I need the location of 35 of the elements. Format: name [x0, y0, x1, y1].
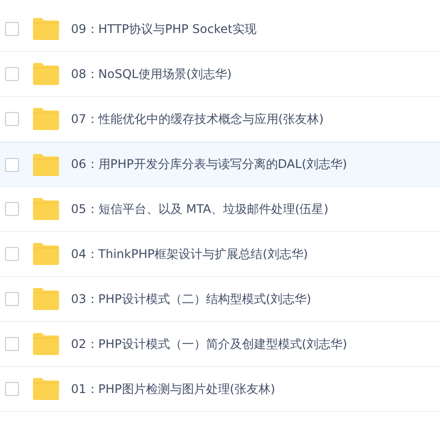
file-row[interactable]: 04：ThinkPHP框架设计与扩展总结(刘志华) — [0, 232, 440, 277]
folder-name[interactable]: 04：ThinkPHP框架设计与扩展总结(刘志华) — [71, 246, 308, 262]
folder-name[interactable]: 05：短信平台、以及 MTA、垃圾邮件处理(伍星) — [71, 200, 328, 218]
file-row[interactable]: 08：NoSQL使用场景(刘志华) — [0, 52, 440, 97]
folder-icon — [33, 288, 59, 310]
file-row[interactable]: 09：HTTP协议与PHP Socket实现 — [0, 7, 440, 52]
folder-icon — [33, 18, 59, 40]
checkbox[interactable] — [5, 158, 19, 172]
folder-icon — [33, 243, 59, 265]
folder-name[interactable]: 08：NoSQL使用场景(刘志华) — [71, 66, 232, 82]
folder-icon — [33, 333, 59, 355]
folder-icon — [33, 154, 59, 176]
folder-icon — [33, 378, 59, 400]
file-row[interactable]: 02：PHP设计模式（一）简介及创建型模式(刘志华) — [0, 322, 440, 367]
checkbox[interactable] — [5, 22, 19, 36]
folder-name[interactable]: 06：用PHP开发分库分表与读写分离的DAL(刘志华) — [71, 156, 348, 173]
folder-name[interactable]: 07：性能优化中的缓存技术概念与应用(张友林) — [71, 110, 324, 128]
folder-icon — [33, 63, 59, 85]
folder-name[interactable]: 01：PHP图片检测与图片处理(张友林) — [71, 380, 276, 398]
folder-icon — [33, 198, 59, 220]
folder-name[interactable]: 03：PHP设计模式（二）结构型模式(刘志华) — [71, 290, 312, 308]
checkbox[interactable] — [5, 337, 19, 351]
checkbox[interactable] — [5, 247, 19, 261]
file-row[interactable]: 06：用PHP开发分库分表与读写分离的DAL(刘志华) — [0, 142, 440, 187]
file-row[interactable]: 01：PHP图片检测与图片处理(张友林) — [0, 367, 440, 412]
checkbox[interactable] — [5, 202, 19, 216]
folder-name[interactable]: 02：PHP设计模式（一）简介及创建型模式(刘志华) — [71, 336, 348, 352]
file-row[interactable]: 05：短信平台、以及 MTA、垃圾邮件处理(伍星) — [0, 187, 440, 232]
folder-name[interactable]: 09：HTTP协议与PHP Socket实现 — [71, 20, 256, 38]
checkbox[interactable] — [5, 112, 19, 126]
folder-icon — [33, 108, 59, 130]
checkbox[interactable] — [5, 382, 19, 396]
checkbox[interactable] — [5, 292, 19, 306]
checkbox[interactable] — [5, 67, 19, 81]
file-row[interactable]: 03：PHP设计模式（二）结构型模式(刘志华) — [0, 277, 440, 322]
